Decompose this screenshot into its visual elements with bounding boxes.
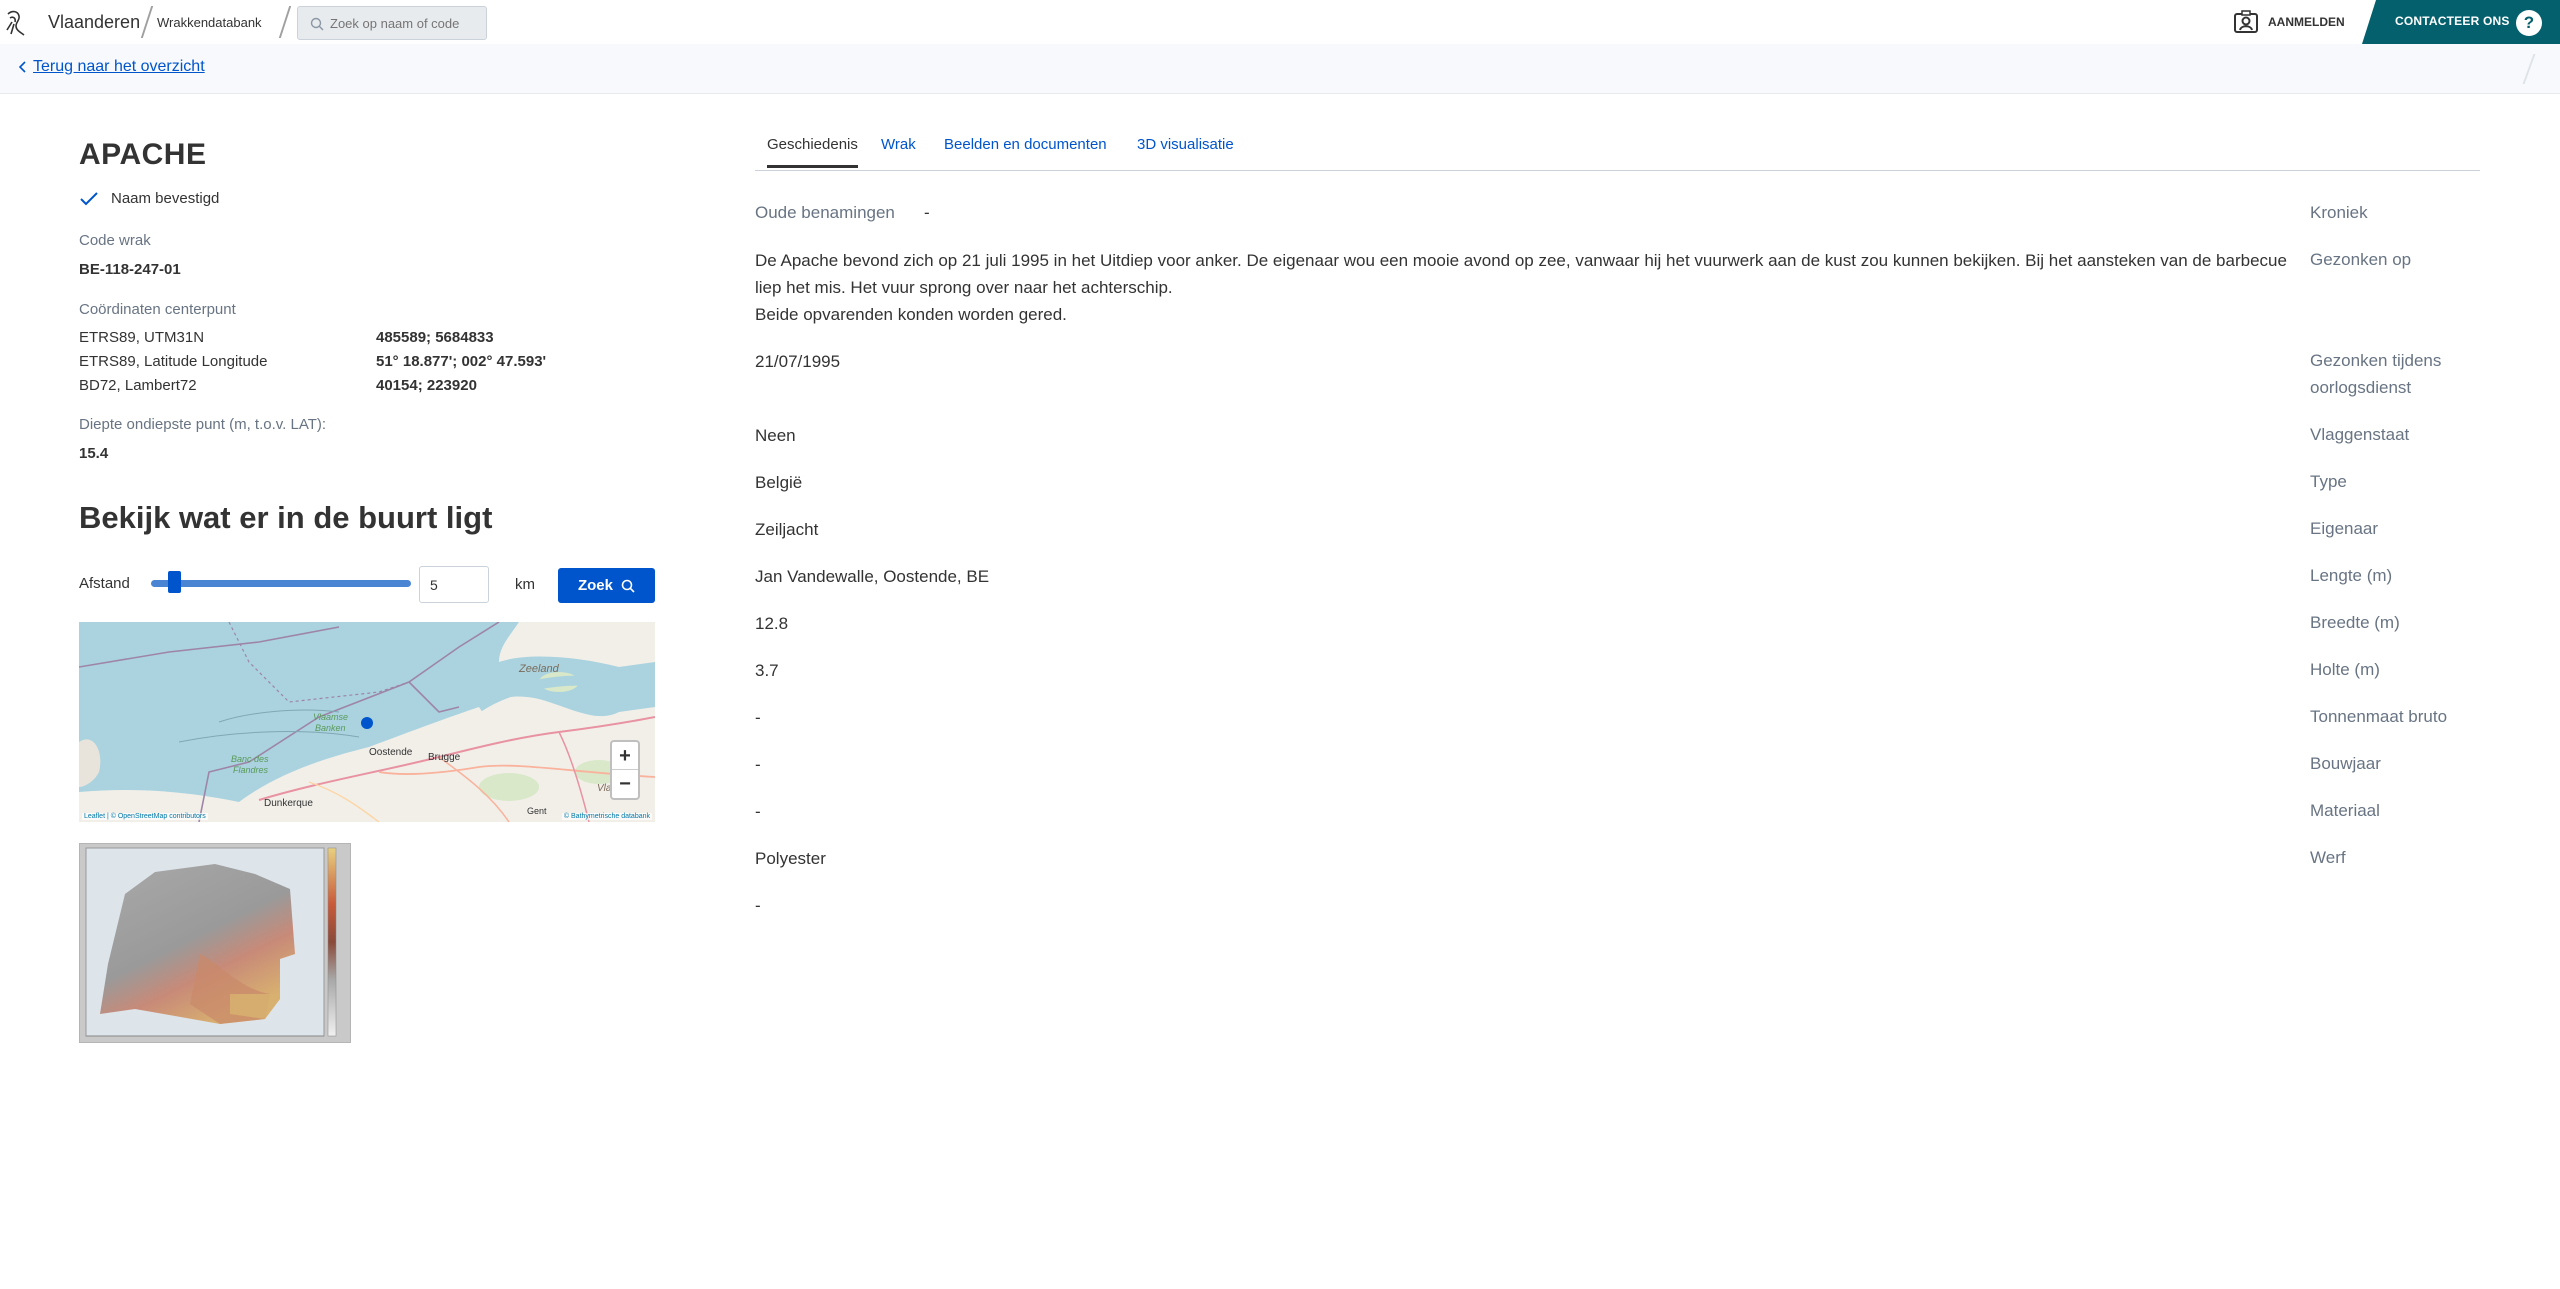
field-value: - [924,203,930,222]
field-label: Kroniek [2310,203,2368,222]
field-label: Tonnenmaat bruto [2310,707,2448,726]
name-confirmed: Naam bevestigd [79,190,219,207]
code-label: Code wrak [79,232,151,249]
distance-unit: km [515,576,535,593]
field-label: Breedte (m) [2310,613,2400,632]
help-icon[interactable]: ? [2516,10,2542,36]
coord-value: 40154; 223920 [376,377,477,394]
coord-system: ETRS89, Latitude Longitude [79,353,268,370]
map-attribution[interactable]: © Bathymetrische databank [561,813,652,820]
back-link-label: Terug naar het overzicht [33,58,205,75]
map-label: Flandres [233,765,269,775]
distance-slider[interactable] [151,571,411,593]
field-value: - [755,708,761,727]
bathymetry-plot [85,847,337,1037]
field-label: Materiaal [2310,801,2380,820]
name-confirmed-label: Naam bevestigd [111,190,220,207]
field-label: Gezonken op [2310,250,2412,269]
zoom-in-button[interactable]: + [612,742,638,770]
coords-label: Coördinaten centerpunt [79,301,236,318]
map-label: Banc des [231,754,269,764]
header-divider [278,6,292,38]
map-zoom-control: + − [610,740,640,800]
tab-geschiedenis[interactable]: Geschiedenis [767,136,858,168]
map-label: Zeeland [518,663,560,675]
tab-wrak[interactable]: Wrak [881,136,916,165]
map-label: Vlaamse [313,712,348,722]
login-button[interactable]: AANMELDEN [2233,10,2345,34]
coord-system: BD72, Lambert72 [79,377,197,394]
distance-label: Afstand [79,575,130,592]
map-tiles[interactable]: Zeeland Vlaamse Banken Oostende Brugge B… [79,622,655,822]
zoom-out-button[interactable]: − [612,770,638,798]
code-value: BE-118-247-01 [79,261,181,278]
field-label: Oude benamingen [755,203,895,222]
field-value: 21/07/1995 [755,352,841,371]
kroniek-text: De Apache bevond zich op 21 juli 1995 in… [755,251,2287,297]
site-name[interactable]: Wrakkendatabank [157,15,262,30]
contact-label: CONTACTEER ONS [2395,14,2510,28]
field-value: 3.7 [755,661,779,680]
detail-tabs: Geschiedenis Wrak Beelden en documenten … [755,126,2480,171]
field-value: Polyester [755,849,826,868]
map-label: Gent [527,806,547,816]
depth-value: 15.4 [79,445,109,462]
tab-3d-visualisatie[interactable]: 3D visualisatie [1137,136,1234,165]
chevron-left-icon [19,61,26,73]
search-input[interactable] [330,7,480,39]
kroniek-text: Beide opvarenden konden worden gered. [755,305,1067,324]
field-value: Neen [755,426,796,445]
nearby-map[interactable]: Zeeland Vlaamse Banken Oostende Brugge B… [79,622,655,822]
login-label: AANMELDEN [2268,15,2345,29]
field-value: - [755,755,761,774]
depth-label: Diepte ondiepste punt (m, t.o.v. LAT): [79,416,327,433]
search-nearby-button[interactable]: Zoek [558,568,655,603]
field-value: Zeiljacht [755,520,819,539]
brand-name[interactable]: Vlaanderen [48,12,140,33]
checkmark-icon [80,191,98,205]
field-value: Jan Vandewalle, Oostende, BE [755,567,990,586]
coord-system: ETRS89, UTM31N [79,329,205,346]
user-card-icon [2234,10,2258,33]
field-label: oorlogsdienst [2310,378,2412,397]
search-icon [621,579,635,593]
field-label: Werf [2310,848,2346,867]
field-value: - [755,896,761,915]
map-label: Dunkerque [264,798,313,809]
search-field[interactable] [297,6,487,40]
map-attribution[interactable]: Leaflet | © OpenStreetMap contributors [82,813,208,820]
map-label: Banken [315,723,346,733]
wreck-title: APACHE [79,138,207,171]
field-value: 12.8 [755,614,789,633]
coord-value: 51° 18.877'; 002° 47.593' [376,353,547,370]
slider-track[interactable] [151,580,411,587]
field-label: Lengte (m) [2310,566,2393,585]
field-value: België [755,473,803,492]
distance-input[interactable] [419,566,489,603]
back-link[interactable]: Terug naar het overzicht [19,58,205,76]
backbar-divider [2522,54,2536,84]
field-label: Eigenaar [2310,519,2379,538]
field-label: Bouwjaar [2310,754,2381,773]
nearby-heading: Bekijk wat er in de buurt ligt [79,500,493,535]
back-bar: Terug naar het overzicht [0,44,2560,94]
slider-thumb[interactable] [168,571,181,593]
top-header: Vlaanderen Wrakkendatabank AANMELDEN CON… [0,0,2560,44]
vlaanderen-lion-logo[interactable] [4,8,28,38]
bathymetry-image[interactable] [79,843,351,1043]
tab-beelden-en-documenten[interactable]: Beelden en documenten [944,136,1107,165]
map-label: Brugge [428,752,461,763]
header-divider [140,6,154,38]
field-label: Vlaggenstaat [2310,425,2410,444]
search-icon [310,17,324,31]
search-button-label: Zoek [577,577,613,594]
field-label: Gezonken tijdens [2310,351,2442,370]
coord-value: 485589; 5684833 [376,329,494,346]
field-label: Holte (m) [2310,660,2380,679]
field-value: - [755,802,761,821]
map-label: Oostende [369,747,413,758]
field-label: Type [2310,472,2347,491]
